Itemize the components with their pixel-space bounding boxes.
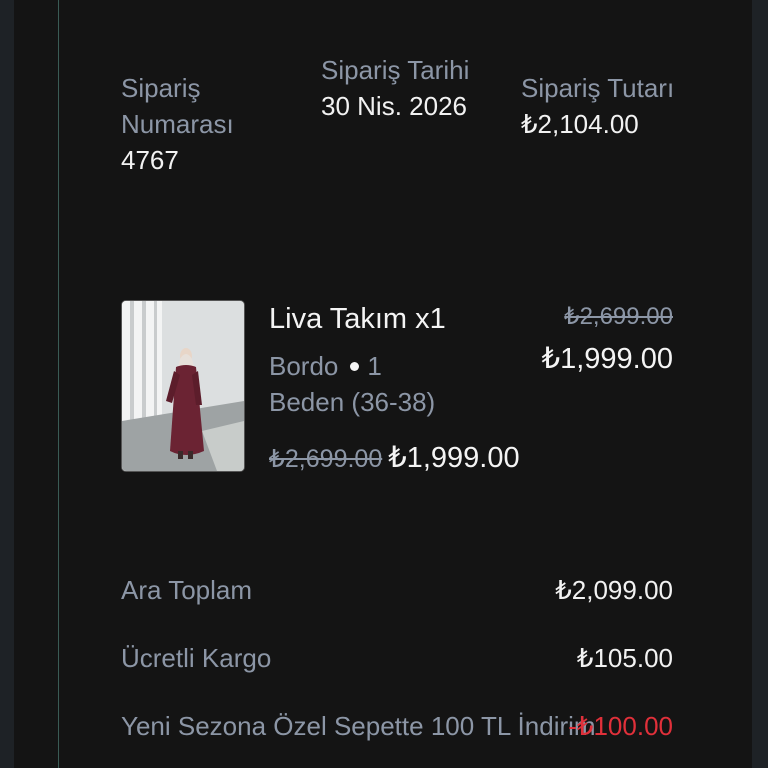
subtotal-value: ₺2,099.00 — [555, 575, 673, 605]
product-sale-price: ₺1,999.00 — [541, 343, 673, 375]
shipping-label: Ücretli Kargo — [121, 643, 272, 673]
order-number-block: Sipariş Numarası 4767 — [121, 70, 271, 178]
product-variant: Bordo 1 Beden (36-38) — [269, 348, 499, 420]
row-original-price: ₺2,699.00 — [269, 445, 383, 473]
product-size: Beden (36-38) — [269, 387, 436, 417]
left-gutter — [0, 0, 14, 768]
product-image[interactable] — [121, 300, 245, 472]
order-date-block: Sipariş Tarihi 30 Nis. 2026 — [321, 52, 471, 124]
discount-row: Yeni Sezona Özel Sepette 100 TL İndirim … — [121, 708, 673, 744]
order-date-label: Sipariş Tarihi — [321, 55, 470, 85]
product-title[interactable]: Liva Takım x1 — [269, 303, 446, 336]
order-number-value: 4767 — [121, 145, 179, 175]
subtotal-row: Ara Toplam ₺2,099.00 — [121, 572, 673, 608]
subtotal-label: Ara Toplam — [121, 575, 253, 605]
order-number-label: Sipariş Numarası — [121, 73, 234, 139]
order-date-value: 30 Nis. 2026 — [321, 91, 467, 121]
product-price-row: ₺2,699.00 ₺1,999.00 — [269, 440, 520, 475]
product-original-price: ₺2,699.00 — [564, 303, 673, 330]
discount-value: -₺100.00 — [568, 711, 673, 741]
right-gutter — [752, 0, 768, 768]
order-total-block: Sipariş Tutarı ₺2,104.00 — [521, 70, 691, 142]
product-size-number: 1 — [367, 351, 382, 381]
shipping-value: ₺105.00 — [576, 643, 673, 673]
order-detail-screen: Sipariş Numarası 4767 Sipariş Tarihi 30 … — [0, 0, 768, 768]
shipping-row: Ücretli Kargo ₺105.00 — [121, 640, 673, 676]
discount-label: Yeni Sezona Özel Sepette 100 TL İndirim — [121, 711, 596, 741]
product-photo-icon — [122, 301, 244, 471]
product-color: Bordo — [269, 351, 339, 381]
order-total-label: Sipariş Tutarı — [521, 73, 675, 103]
order-total-value: ₺2,104.00 — [521, 109, 639, 139]
separator-dot-icon — [350, 362, 360, 372]
row-sale-price: ₺1,999.00 — [388, 442, 520, 474]
vertical-divider — [58, 0, 59, 768]
